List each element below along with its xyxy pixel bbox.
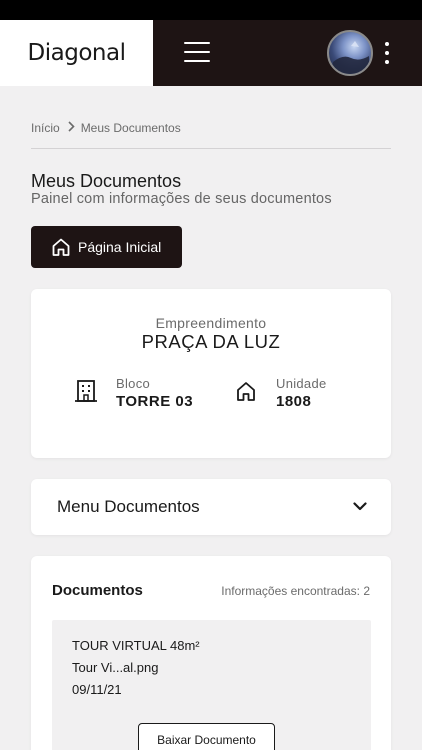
breadcrumb-home-link[interactable]: Início — [31, 121, 60, 135]
divider — [31, 148, 391, 149]
bloco-label: Bloco — [116, 376, 151, 391]
home-page-button[interactable]: Página Inicial — [31, 226, 182, 268]
document-date: 09/11/21 — [72, 682, 122, 697]
building-icon — [75, 380, 97, 402]
unidade-label: Unidade — [276, 376, 327, 391]
document-item: TOUR VIRTUAL 48m² Tour Vi...al.png 09/11… — [52, 620, 371, 750]
breadcrumb-current: Meus Documentos — [80, 120, 181, 135]
document-name: TOUR VIRTUAL 48m² — [72, 638, 200, 653]
documentos-card: Documentos Informações encontradas: 2 TO… — [31, 556, 391, 750]
chevron-right-icon — [68, 120, 75, 135]
unidade-value: 1808 — [276, 393, 312, 410]
documentos-title: Documentos — [52, 582, 143, 599]
kebab-menu-icon[interactable] — [382, 41, 392, 67]
documentos-count: Informações encontradas: 2 — [221, 584, 370, 598]
breadcrumb: Início Meus Documentos — [31, 120, 181, 135]
page-title: Meus Documentos — [31, 171, 182, 191]
home-button-label: Página Inicial — [78, 239, 162, 255]
page-subtitle: Painel com informações de seus documento… — [31, 191, 332, 207]
top-nav-bar: Diagonal — [0, 20, 422, 86]
empreendimento-value: PRAÇA DA LUZ — [141, 331, 281, 352]
home-icon — [52, 238, 70, 256]
document-file: Tour Vi...al.png — [72, 660, 159, 675]
house-icon — [237, 382, 255, 401]
download-document-button[interactable]: Baixar Documento — [138, 723, 275, 750]
menu-documentos-title: Menu Documentos — [57, 497, 200, 516]
empreendimento-card: Empreendimento PRAÇA DA LUZ Bloco TORRE … — [31, 289, 391, 458]
bloco-value: TORRE 03 — [116, 393, 194, 410]
avatar-image — [331, 41, 369, 74]
menu-documentos-accordion[interactable]: Menu Documentos — [31, 479, 391, 535]
empreendimento-label: Empreendimento — [155, 315, 267, 331]
hamburger-menu-icon[interactable] — [184, 42, 210, 62]
chevron-down-icon — [353, 502, 367, 511]
logo[interactable]: Diagonal — [0, 20, 153, 86]
status-bar — [0, 0, 422, 20]
avatar[interactable] — [327, 30, 373, 76]
logo-text: Diagonal — [27, 40, 126, 66]
